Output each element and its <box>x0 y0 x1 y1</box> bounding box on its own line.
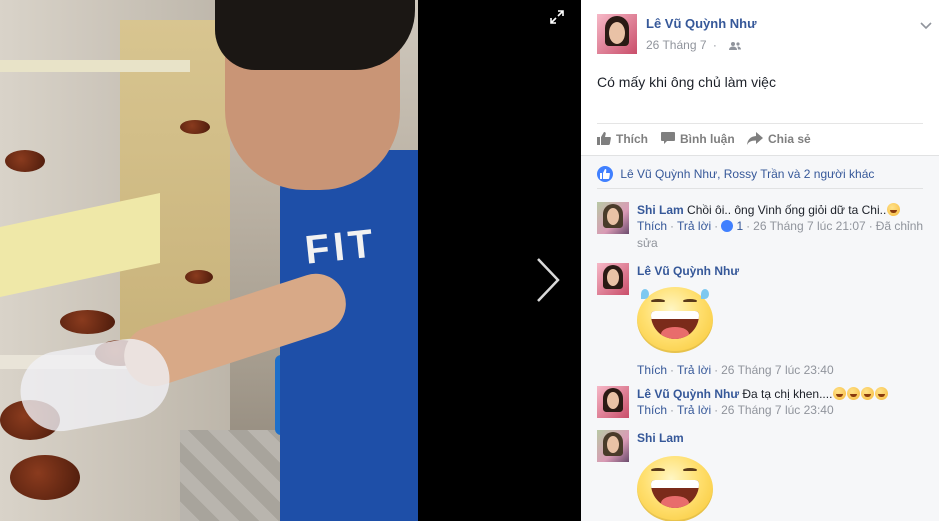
comment-actions: Thích · Trả lời · 26 Tháng 7 lúc 23:40 <box>637 363 834 377</box>
commenter-avatar[interactable] <box>597 386 629 418</box>
laughing-sticker-icon <box>637 287 713 353</box>
photo-mushroom <box>10 455 80 500</box>
comment-reply-link[interactable]: Trả lời <box>677 403 711 417</box>
commenter-avatar[interactable] <box>597 263 629 295</box>
photo-person-hair <box>215 0 415 70</box>
comment-author[interactable]: Lê Vũ Quỳnh Như <box>637 264 739 278</box>
post-meta: 26 Tháng 7 · <box>646 38 742 52</box>
commenter-avatar[interactable] <box>597 430 629 462</box>
comment-label: Bình luận <box>680 132 735 146</box>
comment-like-count[interactable]: 1 <box>736 219 743 233</box>
post-text: Có mấy khi ông chủ làm việc <box>597 74 776 90</box>
kiss-emoji-icon <box>833 387 847 400</box>
comment-reply-link[interactable]: Trả lời <box>677 219 711 233</box>
comment-body: Lê Vũ Quỳnh Như Đa tạ chị khen.... Thích… <box>637 386 927 419</box>
share-icon <box>747 132 763 145</box>
kiss-emoji-icon <box>861 387 875 400</box>
post-header: Lê Vũ Quỳnh Như 26 Tháng 7 · <box>597 14 932 58</box>
comment-author[interactable]: Shi Lam <box>637 203 684 217</box>
like-label: Thích <box>616 132 648 146</box>
comment-button[interactable]: Bình luận <box>661 132 735 146</box>
divider <box>597 188 923 189</box>
comment-item: Shi Lam <box>597 430 927 521</box>
post-action-bar: Thích Bình luận Chia sẻ <box>597 123 923 153</box>
kiss-emoji-icon <box>875 387 889 400</box>
commenter-avatar[interactable] <box>597 202 629 234</box>
comment-time[interactable]: 26 Tháng 7 lúc 23:40 <box>721 363 834 377</box>
comment-author[interactable]: Shi Lam <box>637 431 684 445</box>
photo-mushroom <box>180 120 210 134</box>
shirt-text: FIT <box>302 221 380 273</box>
kiss-emoji-icon <box>847 387 861 400</box>
post-author-name[interactable]: Lê Vũ Quỳnh Như <box>646 16 757 31</box>
photo-mushroom <box>5 150 45 172</box>
relieved-emoji-icon <box>887 203 901 216</box>
next-photo-arrow-icon[interactable] <box>533 255 563 305</box>
like-reaction-icon <box>597 166 613 182</box>
reactors-link[interactable]: Lê Vũ Quỳnh Như, Rossy Trần và 2 người k… <box>620 167 874 181</box>
chevron-down-icon[interactable] <box>919 18 933 32</box>
photo-shelf <box>0 60 190 72</box>
comment-text: Đa tạ chị khen.... <box>742 387 833 401</box>
thumbs-up-icon <box>597 132 611 145</box>
share-button[interactable]: Chia sẻ <box>747 132 811 146</box>
comment-body: Shi Lam <box>637 430 927 446</box>
like-count-icon <box>721 220 734 232</box>
post-photo[interactable]: FIT <box>0 0 418 521</box>
post-date[interactable]: 26 Tháng 7 <box>646 38 707 52</box>
expand-icon[interactable] <box>550 10 566 26</box>
comment-time[interactable]: 26 Tháng 7 lúc 21:07 <box>753 219 866 233</box>
like-button[interactable]: Thích <box>597 132 648 146</box>
author-avatar[interactable] <box>597 14 637 54</box>
comment-like-link[interactable]: Thích <box>637 363 667 377</box>
photo-mushroom <box>60 310 115 334</box>
photo-viewer: FIT <box>0 0 581 521</box>
comment-time[interactable]: 26 Tháng 7 lúc 23:40 <box>721 403 834 417</box>
separator-dot: · <box>712 38 717 52</box>
post-sidebar: Lê Vũ Quỳnh Như 26 Tháng 7 · Có mấy khi … <box>581 0 939 521</box>
share-label: Chia sẻ <box>768 132 811 146</box>
friends-icon[interactable] <box>729 41 742 51</box>
tongue-out-sticker-icon <box>637 456 713 521</box>
comment-body: Lê Vũ Quỳnh Như <box>637 263 927 279</box>
comment-reply-link[interactable]: Trả lời <box>677 363 711 377</box>
comment-actions: Thích · Trả lời · 1 · 26 Tháng 7 lúc 21:07 · Đã… <box>637 219 924 250</box>
comment-icon <box>661 132 675 144</box>
comment-item: Lê Vũ Quỳnh Như Thích · Trả lời · 26 Tháng 7… <box>597 263 927 388</box>
photo-mushroom <box>185 270 213 284</box>
comment-actions: Thích · Trả lời · 26 Tháng 7 lúc 23:40 <box>637 403 834 417</box>
comments-area: Lê Vũ Quỳnh Như, Rossy Trần và 2 người k… <box>581 155 939 521</box>
reactions-summary: Lê Vũ Quỳnh Như, Rossy Trần và 2 người k… <box>597 166 923 186</box>
comment-text: Chồi ôi.. ông Vinh ống giỏi dữ ta Chi.. <box>687 203 887 217</box>
comment-like-link[interactable]: Thích <box>637 403 667 417</box>
comment-author[interactable]: Lê Vũ Quỳnh Như <box>637 387 739 401</box>
comment-like-link[interactable]: Thích <box>637 219 667 233</box>
comment-body: Shi Lam Chồi ôi.. ông Vinh ống giỏi dữ t… <box>637 202 927 252</box>
